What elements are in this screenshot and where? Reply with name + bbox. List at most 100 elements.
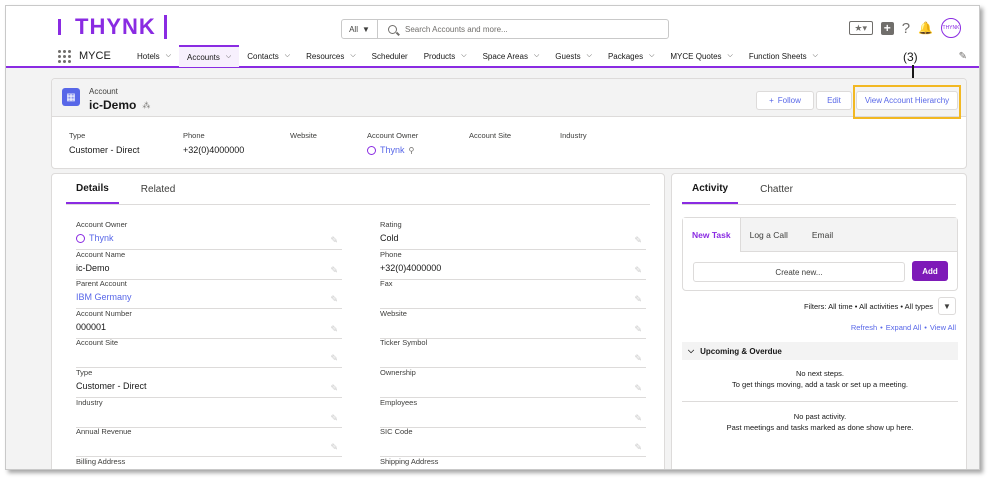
activity-card: Activity Chatter New Task Log a Call Ema…: [671, 173, 967, 469]
field-value: +32(0)4000000: [380, 262, 442, 273]
details-card: Details Related Account Owner Thynk ✎ Accou…: [51, 173, 665, 469]
detail-field: Type Customer - Direct ✎: [76, 368, 342, 398]
nav-item-accounts[interactable]: Accounts ⌵: [179, 45, 240, 67]
edit-pencil-icon[interactable]: ✎: [634, 324, 642, 335]
tab-log-a-call[interactable]: Log a Call: [741, 218, 797, 252]
edit-button[interactable]: Edit: [816, 91, 852, 110]
tab-activity[interactable]: Activity: [682, 174, 739, 204]
field-label: Website: [380, 308, 407, 318]
nav-item-packages[interactable]: Packages ⌵: [600, 45, 662, 67]
nav-item-resources[interactable]: Resources ⌵: [298, 45, 364, 67]
nav-item-myce-quotes[interactable]: MYCE Quotes ⌵: [662, 45, 740, 67]
tab-email[interactable]: Email: [803, 218, 842, 252]
edit-pencil-icon[interactable]: ✎: [634, 294, 642, 305]
owner-avatar-icon: [367, 145, 376, 155]
tab-chatter[interactable]: Chatter: [750, 174, 803, 204]
edit-pencil-icon[interactable]: ✎: [330, 413, 338, 424]
field-value[interactable]: IBM Germany: [76, 292, 132, 302]
edit-pencil-icon[interactable]: ✎: [330, 265, 338, 276]
no-past-activity-title: No past activity.: [793, 412, 847, 421]
chevron-down-icon[interactable]: ⌵: [226, 53, 231, 61]
detail-field: Website ✎: [380, 309, 646, 339]
tab-new-task[interactable]: New Task: [683, 218, 741, 252]
nav-item-products[interactable]: Products ⌵: [416, 45, 475, 67]
chevron-down-icon[interactable]: ⌵: [728, 52, 733, 60]
refresh-link[interactable]: Refresh: [851, 323, 877, 332]
activity-composer: New Task Log a Call Email Create new... …: [682, 217, 958, 291]
view-all-link[interactable]: View All: [930, 323, 956, 332]
change-owner-icon[interactable]: ⚲: [409, 146, 415, 155]
field-label: Type: [76, 368, 93, 377]
facet-account-site: Account Site: [469, 131, 512, 140]
chevron-down-icon[interactable]: ⌵: [461, 52, 466, 60]
nav-item-scheduler[interactable]: Scheduler: [364, 45, 416, 67]
chevron-down-icon: ▼: [361, 24, 370, 34]
edit-pencil-icon[interactable]: ✎: [330, 442, 338, 453]
nav-item-space-areas[interactable]: Space Areas ⌵: [475, 45, 548, 67]
add-button[interactable]: Add: [912, 261, 948, 281]
facet-type: Type Customer - Direct: [69, 131, 140, 155]
field-label: Account Site: [76, 338, 119, 348]
nav-item-guests[interactable]: Guests ⌵: [547, 45, 600, 67]
search-scope-select[interactable]: All ▼: [342, 20, 378, 38]
nav-bar: MYCE Hotels ⌵ Accounts ⌵ Contacts ⌵ Resourc…: [6, 45, 979, 68]
edit-pencil-icon[interactable]: ✎: [330, 294, 338, 305]
edit-pencil-icon[interactable]: ✎: [634, 265, 642, 276]
detail-field: Account Number 000001 ✎: [76, 309, 342, 339]
facet-industry: Industry: [560, 131, 587, 140]
edit-pencil-icon[interactable]: ✎: [634, 442, 642, 453]
detail-field: Account Owner Thynk ✎: [76, 220, 342, 250]
field-label: SIC Code: [380, 427, 413, 437]
expand-all-link[interactable]: Expand All: [886, 323, 921, 332]
follow-button[interactable]: + Follow: [756, 91, 814, 110]
search-input[interactable]: Search Accounts and more...: [405, 25, 508, 34]
nav-item-hotels[interactable]: Hotels ⌵: [129, 45, 179, 67]
edit-pencil-icon[interactable]: ✎: [634, 413, 642, 424]
notifications-bell-icon[interactable]: 🔔: [918, 21, 933, 35]
create-new-input[interactable]: Create new...: [693, 262, 905, 282]
no-next-steps-body: To get things moving, add a task or set …: [732, 380, 908, 389]
annotation-callout: (3): [903, 50, 918, 64]
hierarchy-icon[interactable]: ⁂: [142, 101, 150, 110]
field-label: Shipping Address: [380, 456, 439, 466]
edit-pencil-icon[interactable]: ✎: [330, 235, 338, 246]
global-actions-plus-icon[interactable]: +: [880, 21, 894, 35]
upcoming-overdue-section[interactable]: ⌵ Upcoming & Overdue: [682, 342, 958, 360]
chevron-down-icon[interactable]: ⌵: [534, 52, 539, 60]
help-icon[interactable]: ?: [902, 20, 910, 37]
tab-related[interactable]: Related: [131, 174, 185, 204]
chevron-down-icon[interactable]: ⌵: [649, 52, 654, 60]
owner-link[interactable]: Thynk: [380, 145, 405, 155]
detail-field: Ownership ✎: [380, 368, 646, 398]
edit-nav-pencil-icon[interactable]: ✎: [959, 51, 967, 62]
chevron-down-icon[interactable]: ⌵: [350, 52, 355, 60]
chevron-down-icon[interactable]: ⌵: [285, 52, 290, 60]
favorites-star-icon[interactable]: ★▾: [848, 21, 873, 35]
filter-funnel-icon[interactable]: ▼: [938, 297, 956, 315]
nav-item-contacts[interactable]: Contacts ⌵: [239, 45, 298, 67]
edit-pencil-icon[interactable]: ✎: [330, 383, 338, 394]
field-value: Cold: [380, 233, 399, 243]
no-next-steps-title: No next steps.: [796, 369, 844, 378]
nav-item-function-sheets[interactable]: Function Sheets ⌵: [741, 45, 826, 67]
user-avatar[interactable]: THYNK: [941, 18, 961, 38]
edit-pencil-icon[interactable]: ✎: [634, 383, 642, 394]
chevron-down-icon: ⌵: [688, 346, 695, 355]
field-label: Account Name: [76, 249, 126, 259]
detail-field: Rating Cold ✎: [380, 220, 646, 250]
field-label: Account Number: [76, 308, 132, 318]
chevron-down-icon[interactable]: ⌵: [166, 52, 171, 60]
tab-details[interactable]: Details: [66, 174, 119, 204]
edit-pencil-icon[interactable]: ✎: [634, 235, 642, 246]
app-launcher-icon[interactable]: [58, 49, 71, 63]
chevron-down-icon[interactable]: ⌵: [587, 52, 592, 60]
thynk-logo[interactable]: THYNK: [58, 14, 167, 40]
global-search[interactable]: All ▼ Search Accounts and more...: [341, 19, 669, 39]
field-value: 000001: [76, 321, 107, 332]
chevron-down-icon[interactable]: ⌵: [813, 52, 818, 60]
edit-pencil-icon[interactable]: ✎: [330, 324, 338, 335]
edit-pencil-icon[interactable]: ✎: [330, 353, 338, 364]
field-value[interactable]: Thynk: [76, 233, 114, 243]
field-value: Customer - Direct: [76, 381, 147, 391]
edit-pencil-icon[interactable]: ✎: [634, 353, 642, 364]
